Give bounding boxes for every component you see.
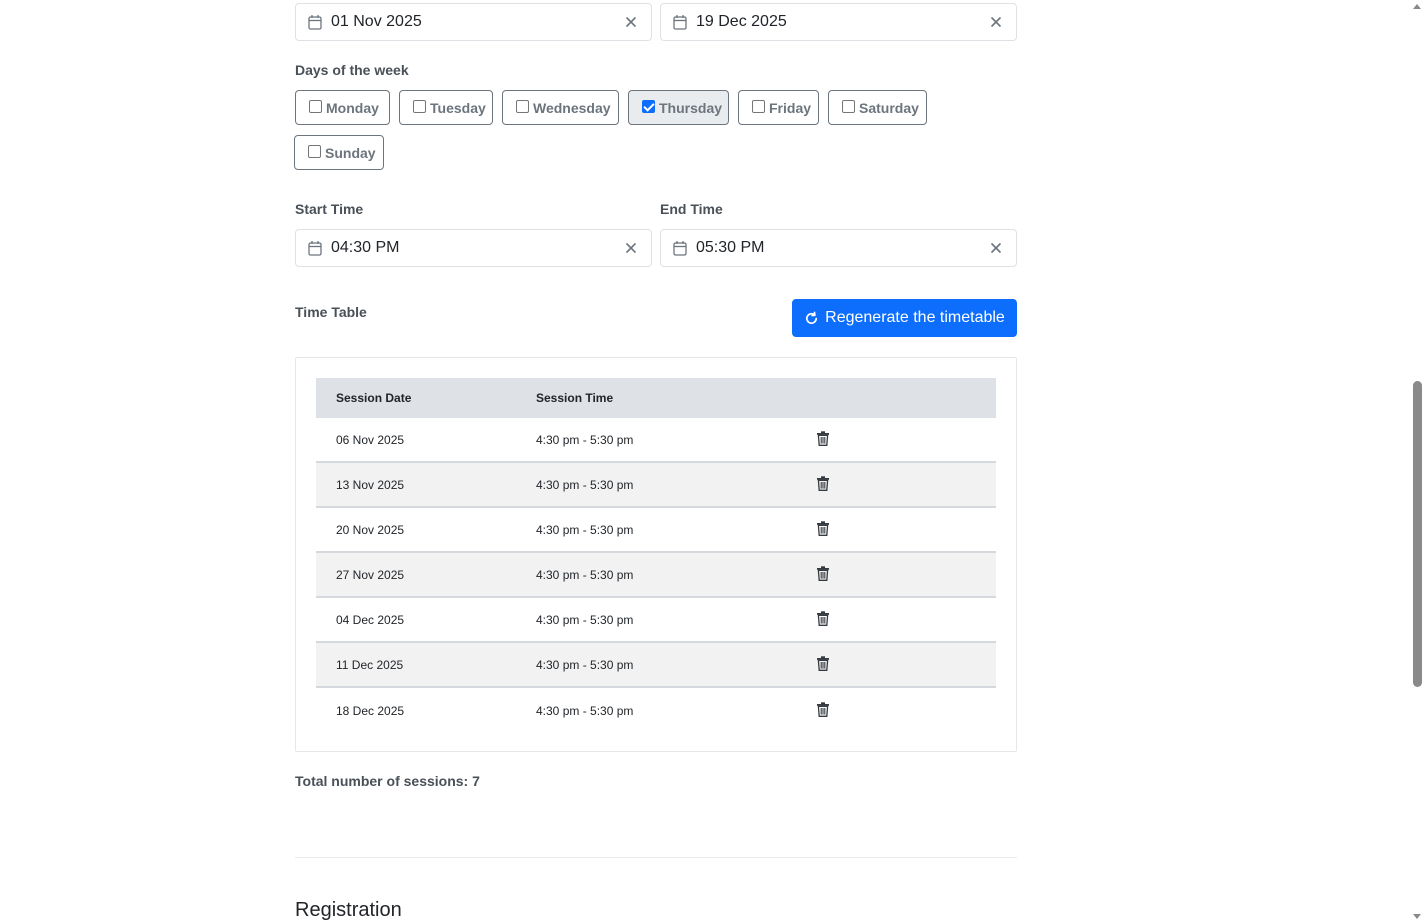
regenerate-label: Regenerate the timetable	[825, 309, 1005, 326]
start-date-field[interactable]: 01 Nov 2025	[295, 3, 652, 41]
calendar-icon	[673, 15, 687, 30]
trash-icon[interactable]	[816, 565, 830, 581]
trash-icon[interactable]	[816, 520, 830, 536]
registration-heading: Registration	[295, 899, 402, 921]
checkbox[interactable]	[752, 100, 765, 113]
table-body: 06 Nov 2025 4:30 pm - 5:30 pm 13 Nov 2025 4…	[316, 418, 996, 733]
session-date-cell: 11 Dec 2025	[336, 657, 404, 672]
day-toggle-wednesday[interactable]: Wednesday	[502, 90, 619, 125]
table-row: 27 Nov 2025 4:30 pm - 5:30 pm	[316, 553, 996, 598]
start-time-value: 04:30 PM	[331, 239, 400, 256]
end-date-field[interactable]: 19 Dec 2025	[660, 3, 1017, 41]
close-icon[interactable]	[625, 16, 637, 28]
header-session-date: Session Date	[336, 391, 412, 405]
day-toggle-monday[interactable]: Monday	[295, 90, 390, 125]
actions-cell	[816, 701, 996, 720]
end-date-value: 19 Dec 2025	[696, 13, 787, 30]
end-time-field[interactable]: 05:30 PM	[660, 229, 1017, 267]
total-sessions: Total number of sessions: 7	[295, 773, 480, 789]
day-label: Saturday	[859, 99, 919, 116]
refresh-icon	[806, 311, 818, 324]
session-date-cell: 20 Nov 2025	[336, 522, 405, 537]
day-toggle-saturday[interactable]: Saturday	[828, 90, 927, 125]
days-of-week-label: Days of the week	[295, 62, 409, 78]
checkbox[interactable]	[308, 145, 321, 158]
checkbox[interactable]	[309, 100, 322, 113]
trash-icon[interactable]	[816, 655, 830, 671]
scrollbar-thumb[interactable]	[1413, 381, 1422, 687]
day-toggle-thursday[interactable]: Thursday	[628, 90, 729, 125]
actions-cell	[816, 565, 996, 584]
day-label: Monday	[326, 99, 379, 116]
timetable-card: Session Date Session Time 06 Nov 2025 4:3…	[295, 357, 1017, 752]
section-divider	[295, 857, 1017, 858]
session-date-cell: 27 Nov 2025	[336, 567, 405, 582]
checkbox[interactable]	[642, 100, 655, 113]
end-time-value: 05:30 PM	[696, 239, 765, 256]
table-row: 18 Dec 2025 4:30 pm - 5:30 pm	[316, 688, 996, 733]
session-time-cell: 4:30 pm - 5:30 pm	[536, 612, 634, 627]
table-header-row: Session Date Session Time	[316, 378, 996, 418]
page: 01 Nov 2025 19 Dec 2025 Days of the week…	[0, 0, 1425, 923]
day-label: Wednesday	[533, 99, 611, 116]
session-time-cell: 4:30 pm - 5:30 pm	[536, 432, 634, 447]
calendar-icon	[673, 241, 687, 256]
checkbox[interactable]	[413, 100, 426, 113]
session-time-cell: 4:30 pm - 5:30 pm	[536, 703, 634, 718]
calendar-icon	[308, 15, 322, 30]
day-label: Thursday	[659, 99, 723, 116]
day-toggle-tuesday[interactable]: Tuesday	[399, 90, 493, 125]
close-icon[interactable]	[990, 242, 1002, 254]
session-time-cell: 4:30 pm - 5:30 pm	[536, 657, 634, 672]
end-time-label: End Time	[660, 201, 723, 217]
timetable-table: Session Date Session Time 06 Nov 2025 4:3…	[316, 378, 996, 733]
actions-cell	[816, 475, 996, 494]
day-label: Sunday	[325, 144, 376, 161]
actions-cell	[816, 430, 996, 449]
calendar-icon	[308, 241, 322, 256]
session-date-cell: 06 Nov 2025	[336, 432, 405, 447]
close-icon[interactable]	[990, 16, 1002, 28]
time-table-label: Time Table	[295, 304, 367, 320]
vertical-scrollbar[interactable]	[1410, 0, 1425, 923]
trash-icon[interactable]	[816, 430, 830, 446]
session-date-cell: 04 Dec 2025	[336, 612, 405, 627]
table-row: 11 Dec 2025 4:30 pm - 5:30 pm	[316, 643, 996, 688]
table-row: 06 Nov 2025 4:30 pm - 5:30 pm	[316, 418, 996, 463]
session-date-cell: 13 Nov 2025	[336, 477, 405, 492]
checkbox[interactable]	[516, 100, 529, 113]
checkbox[interactable]	[842, 100, 855, 113]
close-icon[interactable]	[625, 242, 637, 254]
header-session-time: Session Time	[536, 391, 614, 405]
actions-cell	[816, 655, 996, 674]
session-time-cell: 4:30 pm - 5:30 pm	[536, 522, 634, 537]
start-time-label: Start Time	[295, 201, 364, 217]
regenerate-timetable-button[interactable]: Regenerate the timetable	[792, 299, 1017, 337]
scroll-up-arrow[interactable]	[1413, 4, 1421, 9]
day-label: Tuesday	[430, 99, 486, 116]
day-toggle-friday[interactable]: Friday	[738, 90, 819, 125]
scroll-down-arrow[interactable]	[1413, 914, 1421, 919]
day-toggle-sunday[interactable]: Sunday	[294, 135, 384, 170]
day-label: Friday	[769, 99, 812, 116]
table-row: 04 Dec 2025 4:30 pm - 5:30 pm	[316, 598, 996, 643]
session-time-cell: 4:30 pm - 5:30 pm	[536, 567, 634, 582]
session-date-cell: 18 Dec 2025	[336, 703, 405, 718]
table-row: 20 Nov 2025 4:30 pm - 5:30 pm	[316, 508, 996, 553]
actions-cell	[816, 520, 996, 539]
trash-icon[interactable]	[816, 610, 830, 626]
trash-icon[interactable]	[816, 701, 830, 717]
actions-cell	[816, 610, 996, 629]
start-time-field[interactable]: 04:30 PM	[295, 229, 652, 267]
trash-icon[interactable]	[816, 475, 830, 491]
table-row: 13 Nov 2025 4:30 pm - 5:30 pm	[316, 463, 996, 508]
start-date-value: 01 Nov 2025	[331, 13, 422, 30]
session-time-cell: 4:30 pm - 5:30 pm	[536, 477, 634, 492]
